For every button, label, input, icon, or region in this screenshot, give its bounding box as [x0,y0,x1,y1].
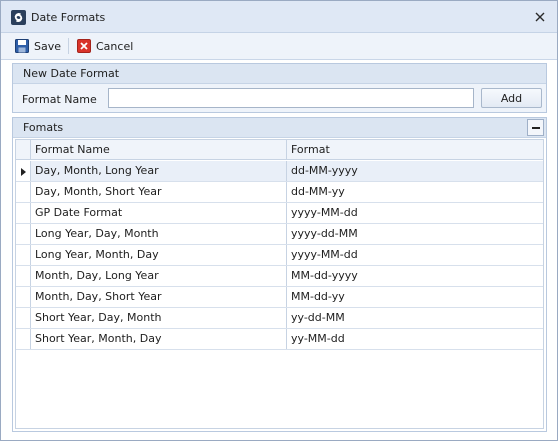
format-name-label: Format Name [22,93,97,106]
cell-format-name[interactable]: Month, Day, Short Year [31,287,287,307]
grid-header: Format Name Format [16,140,543,160]
row-indicator-header [16,140,31,159]
format-name-input[interactable] [108,88,474,108]
row-indicator[interactable] [16,308,31,328]
new-date-format-group: New Date Format Format Name Add [12,63,547,113]
cell-format-name[interactable]: Day, Month, Short Year [31,182,287,202]
row-indicator[interactable] [16,182,31,202]
cell-format[interactable]: yyyy-dd-MM [287,224,543,244]
formats-header-label: Fomats [23,121,64,134]
app-logo-icon [11,10,26,25]
toolbar-separator [68,38,69,54]
title-bar: Date Formats [1,1,557,33]
cell-format-name[interactable]: Day, Month, Long Year [31,161,287,181]
column-header-format-name[interactable]: Format Name [31,140,287,159]
row-indicator[interactable] [16,161,31,181]
column-header-format[interactable]: Format [287,140,543,159]
cell-format[interactable]: yyyy-MM-dd [287,203,543,223]
table-row[interactable]: Long Year, Day, Month yyyy-dd-MM [16,224,543,245]
row-indicator[interactable] [16,266,31,286]
row-indicator[interactable] [16,329,31,349]
red-x-icon [77,39,91,53]
row-indicator[interactable] [16,287,31,307]
cell-format[interactable]: MM-dd-yyyy [287,266,543,286]
cell-format-name[interactable]: Long Year, Day, Month [31,224,287,244]
cell-format-name[interactable]: GP Date Format [31,203,287,223]
table-row[interactable]: Month, Day, Long Year MM-dd-yyyy [16,266,543,287]
row-indicator[interactable] [16,224,31,244]
current-row-arrow-icon [21,168,26,176]
formats-grid: Format Name Format Day, Month, Long Year… [15,139,544,429]
toolbar: Save Cancel [1,33,557,60]
cell-format[interactable]: MM-dd-yy [287,287,543,307]
date-formats-window: Date Formats Save Cancel New Date Format… [0,0,558,441]
cell-format-name[interactable]: Month, Day, Long Year [31,266,287,286]
table-row[interactable]: Short Year, Day, Month yy-dd-MM [16,308,543,329]
cancel-button[interactable]: Cancel [77,37,133,55]
cell-format[interactable]: yyyy-MM-dd [287,245,543,265]
cell-format[interactable]: dd-MM-yyyy [287,161,543,181]
cell-format-name[interactable]: Short Year, Month, Day [31,329,287,349]
add-button[interactable]: Add [481,88,542,108]
window-title: Date Formats [31,11,106,24]
minus-icon [531,126,540,129]
close-button[interactable] [532,9,548,25]
save-label: Save [34,39,62,53]
cell-format[interactable]: dd-MM-yy [287,182,543,202]
cancel-label: Cancel [96,39,134,53]
table-row[interactable]: Month, Day, Short Year MM-dd-yy [16,287,543,308]
collapse-button[interactable] [527,119,544,136]
table-row[interactable]: Long Year, Month, Day yyyy-MM-dd [16,245,543,266]
row-indicator[interactable] [16,245,31,265]
new-date-format-header: New Date Format [13,64,546,84]
row-indicator[interactable] [16,203,31,223]
grid-rows: Day, Month, Long Year dd-MM-yyyy Day, Mont… [16,161,543,350]
cell-format[interactable]: yy-MM-dd [287,329,543,349]
table-row[interactable]: Day, Month, Short Year dd-MM-yy [16,182,543,203]
table-row[interactable]: Short Year, Month, Day yy-MM-dd [16,329,543,350]
table-row[interactable]: GP Date Format yyyy-MM-dd [16,203,543,224]
save-button[interactable]: Save [15,37,61,55]
formats-header: Fomats [13,118,546,138]
close-icon [535,12,545,22]
table-row[interactable]: Day, Month, Long Year dd-MM-yyyy [16,161,543,182]
formats-group: Fomats Format Name Format Day, Month, Lo… [12,117,547,432]
cell-format-name[interactable]: Short Year, Day, Month [31,308,287,328]
cell-format-name[interactable]: Long Year, Month, Day [31,245,287,265]
floppy-disk-icon [15,39,29,53]
cell-format[interactable]: yy-dd-MM [287,308,543,328]
